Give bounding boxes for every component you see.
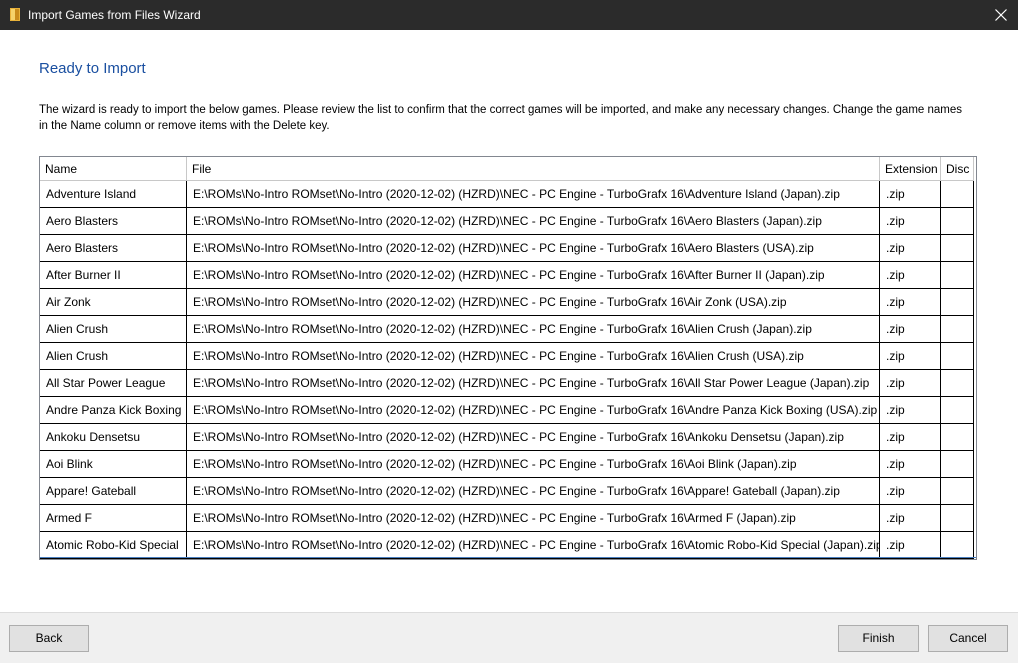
table-row[interactable]: Alien Crush E:\ROMs\No-Intro ROMset\No-In…	[40, 316, 974, 343]
cell-file[interactable]: E:\ROMs\No-Intro ROMset\No-Intro (2020-1…	[187, 532, 880, 559]
cell-name[interactable]: All Star Power League	[40, 370, 187, 397]
cell-disc[interactable]	[941, 262, 974, 289]
cell-name[interactable]: Air Zonk	[40, 289, 187, 316]
cell-disc[interactable]	[941, 451, 974, 478]
table-row[interactable]: Appare! Gateball E:\ROMs\No-Intro ROMset\…	[40, 478, 974, 505]
cell-disc[interactable]	[941, 478, 974, 505]
column-header-file[interactable]: File	[187, 157, 880, 181]
cell-file[interactable]: E:\ROMs\No-Intro ROMset\No-Intro (2020-1…	[187, 208, 880, 235]
cell-extension[interactable]: .zip	[880, 208, 941, 235]
cell-file[interactable]: E:\ROMs\No-Intro ROMset\No-Intro (2020-1…	[187, 316, 880, 343]
cell-file[interactable]: E:\ROMs\No-Intro ROMset\No-Intro (2020-1…	[187, 343, 880, 370]
cell-extension[interactable]: .zip	[880, 397, 941, 424]
cell-disc[interactable]	[941, 505, 974, 532]
column-header-disc[interactable]: Disc	[941, 157, 974, 181]
cell-disc[interactable]	[941, 316, 974, 343]
cell-name[interactable]: Adventure Island	[40, 181, 187, 208]
cell-file[interactable]: E:\ROMs\No-Intro ROMset\No-Intro (2020-1…	[187, 451, 880, 478]
folder-icon	[10, 8, 20, 21]
cell-name[interactable]: After Burner II	[40, 262, 187, 289]
window-title: Import Games from Files Wizard	[28, 8, 201, 22]
cell-name[interactable]: Aero Blasters	[40, 208, 187, 235]
table-row[interactable]: Adventure Island E:\ROMs\No-Intro ROMset\…	[40, 181, 974, 208]
cell-name[interactable]: Armed F	[40, 505, 187, 532]
cell-extension[interactable]: .zip	[880, 343, 941, 370]
column-header-name[interactable]: Name	[40, 157, 187, 181]
cell-extension[interactable]: .zip	[880, 316, 941, 343]
cell-name[interactable]: Atomic Robo-Kid Special	[40, 532, 187, 559]
cell-name[interactable]: Appare! Gateball	[40, 478, 187, 505]
table-row[interactable]: Armed F E:\ROMs\No-Intro ROMset\No-Intro …	[40, 505, 974, 532]
cell-extension[interactable]: .zip	[880, 424, 941, 451]
grid-header: Name File Extension Disc	[40, 157, 974, 184]
cell-extension[interactable]: .zip	[880, 451, 941, 478]
cell-disc[interactable]	[941, 397, 974, 424]
cell-extension[interactable]: .zip	[880, 505, 941, 532]
close-button[interactable]	[984, 0, 1018, 30]
table-row[interactable]: Atomic Robo-Kid Special E:\ROMs\No-Intro …	[40, 532, 974, 559]
cell-extension[interactable]: .zip	[880, 478, 941, 505]
cell-disc[interactable]	[941, 235, 974, 262]
table-row[interactable]: Alien Crush E:\ROMs\No-Intro ROMset\No-In…	[40, 343, 974, 370]
cell-extension[interactable]: .zip	[880, 262, 941, 289]
cell-name[interactable]: Alien Crush	[40, 316, 187, 343]
cell-file[interactable]: E:\ROMs\No-Intro ROMset\No-Intro (2020-1…	[187, 370, 880, 397]
back-button[interactable]: Back	[9, 625, 89, 652]
table-row[interactable]: Aero Blasters E:\ROMs\No-Intro ROMset\No-…	[40, 208, 974, 235]
cell-name[interactable]: Aoi Blink	[40, 451, 187, 478]
cell-extension[interactable]: .zip	[880, 181, 941, 208]
table-row[interactable]: After Burner II E:\ROMs\No-Intro ROMset\N…	[40, 262, 974, 289]
cell-file[interactable]: E:\ROMs\No-Intro ROMset\No-Intro (2020-1…	[187, 397, 880, 424]
cell-name[interactable]: Aero Blasters	[40, 235, 187, 262]
table-row[interactable]: Andre Panza Kick Boxing E:\ROMs\No-Intro …	[40, 397, 974, 424]
page-heading: Ready to Import	[39, 60, 146, 77]
table-row[interactable]: Air Zonk E:\ROMs\No-Intro ROMset\No-Intro…	[40, 289, 974, 316]
table-row[interactable]: All Star Power League E:\ROMs\No-Intro RO…	[40, 370, 974, 397]
cell-file[interactable]: E:\ROMs\No-Intro ROMset\No-Intro (2020-1…	[187, 478, 880, 505]
cell-disc[interactable]	[941, 370, 974, 397]
cell-file[interactable]: E:\ROMs\No-Intro ROMset\No-Intro (2020-1…	[187, 289, 880, 316]
cell-disc[interactable]	[941, 289, 974, 316]
finish-button[interactable]: Finish	[838, 625, 919, 652]
cell-file[interactable]: E:\ROMs\No-Intro ROMset\No-Intro (2020-1…	[187, 505, 880, 532]
table-row[interactable]: Aero Blasters E:\ROMs\No-Intro ROMset\No-…	[40, 235, 974, 262]
cell-disc[interactable]	[941, 343, 974, 370]
cell-disc[interactable]	[941, 424, 974, 451]
table-row[interactable]: Ankoku Densetsu E:\ROMs\No-Intro ROMset\N…	[40, 424, 974, 451]
wizard-footer: Back Finish Cancel	[0, 612, 1018, 663]
instructions-text: The wizard is ready to import the below …	[39, 104, 963, 132]
cell-disc[interactable]	[941, 181, 974, 208]
table-row[interactable]: Aoi Blink E:\ROMs\No-Intro ROMset\No-Intr…	[40, 451, 974, 478]
cell-extension[interactable]: .zip	[880, 370, 941, 397]
cell-file[interactable]: E:\ROMs\No-Intro ROMset\No-Intro (2020-1…	[187, 181, 880, 208]
column-header-extension[interactable]: Extension	[880, 157, 941, 181]
games-grid[interactable]: Name File Extension Disc Adventure Islan…	[39, 156, 977, 560]
cell-disc[interactable]	[941, 532, 974, 559]
cell-extension[interactable]: .zip	[880, 289, 941, 316]
title-bar: Import Games from Files Wizard	[0, 0, 1018, 30]
cell-name[interactable]: Andre Panza Kick Boxing	[40, 397, 187, 424]
cell-disc[interactable]	[941, 208, 974, 235]
cell-name[interactable]: Ankoku Densetsu	[40, 424, 187, 451]
cell-file[interactable]: E:\ROMs\No-Intro ROMset\No-Intro (2020-1…	[187, 424, 880, 451]
cancel-button[interactable]: Cancel	[928, 625, 1008, 652]
cell-file[interactable]: E:\ROMs\No-Intro ROMset\No-Intro (2020-1…	[187, 262, 880, 289]
cell-extension[interactable]: .zip	[880, 235, 941, 262]
cell-file[interactable]: E:\ROMs\No-Intro ROMset\No-Intro (2020-1…	[187, 235, 880, 262]
grid-bottom-border	[40, 557, 976, 558]
cell-extension[interactable]: .zip	[880, 532, 941, 559]
cell-name[interactable]: Alien Crush	[40, 343, 187, 370]
close-icon	[995, 9, 1007, 21]
